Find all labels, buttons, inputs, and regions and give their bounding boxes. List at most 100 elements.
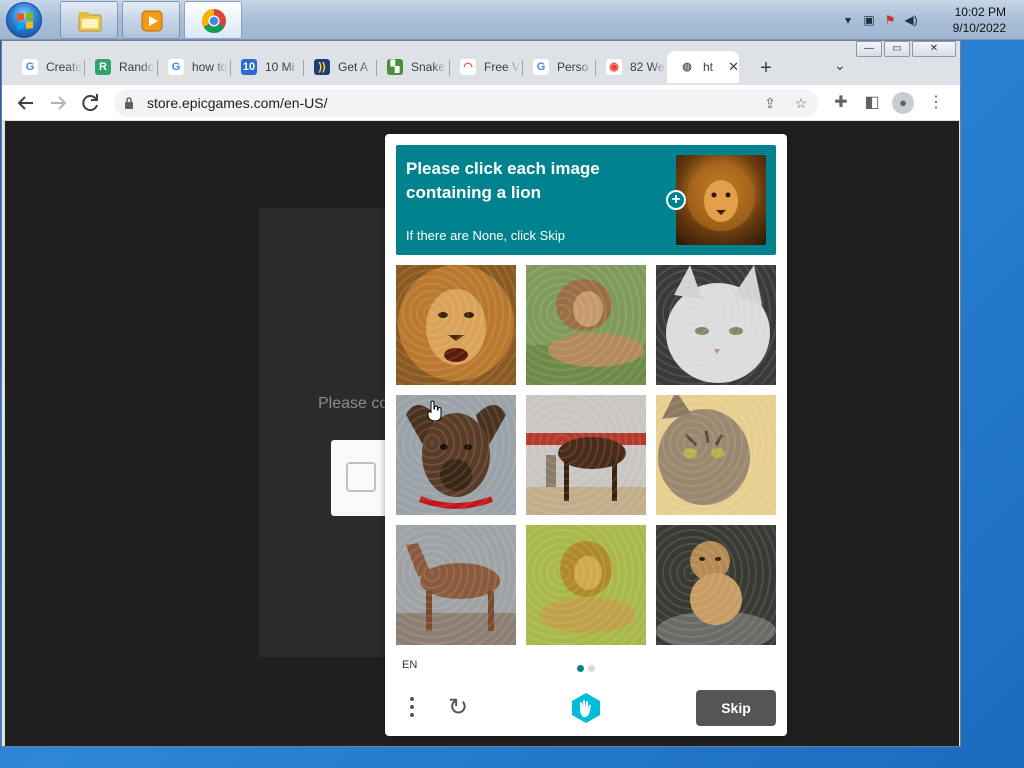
tray-arrow-icon[interactable]: ▾	[840, 12, 856, 28]
tab-title: Free V	[484, 60, 520, 74]
rainbow-icon: ◠	[460, 59, 476, 75]
tab-title: 10 Mi	[265, 60, 295, 74]
page-dot	[577, 665, 584, 672]
clock-time: 10:02 PM	[954, 5, 1006, 19]
taskbar-media-player[interactable]	[122, 1, 180, 39]
back-button[interactable]	[14, 91, 38, 115]
share-icon[interactable]: ⇪	[759, 92, 781, 114]
snake-icon: ▚	[387, 59, 403, 75]
forward-arrow-icon	[51, 96, 67, 110]
lion-lying-image	[526, 265, 646, 385]
taskbar: ▾ ▣ ⚑ ◀) 10:02 PM 9/10/2022	[0, 0, 1024, 40]
side-panel-icon[interactable]: ◧	[860, 91, 884, 115]
captcha-tile-9[interactable]	[656, 525, 776, 645]
reload-icon	[82, 94, 98, 112]
reference-expand-icon[interactable]: +	[666, 190, 686, 210]
horse-with-rider-image	[526, 395, 646, 515]
profile-avatar-icon[interactable]: ●	[892, 92, 914, 114]
captcha-tile-7[interactable]	[396, 525, 516, 645]
system-tray: ▾ ▣ ⚑ ◀) 10:02 PM 9/10/2022	[834, 0, 1024, 40]
dog-image	[396, 395, 516, 515]
10mi-icon: 10	[241, 59, 257, 75]
new-tab-button[interactable]: +	[755, 57, 777, 80]
chrome-icon	[201, 8, 226, 34]
media-player-icon	[141, 10, 163, 32]
tab-10[interactable]: ◍ ht ✕	[667, 51, 739, 83]
tab-search-chevron-icon[interactable]: ⌄	[834, 57, 846, 74]
captcha-tile-2[interactable]	[526, 265, 646, 385]
browser-menu-icon[interactable]: ⋮	[924, 91, 948, 115]
tab-title: how to	[192, 60, 228, 74]
tab-5[interactable]: )) Get A	[302, 51, 377, 83]
lion-reference-icon	[687, 163, 755, 231]
skip-button[interactable]: Skip	[696, 690, 776, 726]
tab-strip: G Create R Rando Ghow to 10 10 Mi)) Get A ▚ Snake…	[2, 49, 960, 85]
extensions-puzzle-icon[interactable]: ✚	[829, 91, 853, 115]
hcaptcha-logo-icon[interactable]	[570, 692, 602, 724]
network-icon[interactable]: ▣	[861, 12, 877, 28]
google-icon: G	[22, 59, 38, 75]
tab-1[interactable]: G Create	[10, 51, 85, 83]
page-dot	[588, 665, 595, 672]
captcha-refresh-icon[interactable]: ↻	[445, 695, 471, 721]
page-verify-text: Please co	[318, 395, 389, 412]
captcha-menu-icon[interactable]	[407, 695, 417, 721]
taskbar-clock[interactable]: 10:02 PM 9/10/2022	[926, 4, 1006, 36]
captcha-subtext: If there are None, click Skip	[406, 228, 565, 243]
bookmark-star-icon[interactable]: ☆	[790, 92, 812, 114]
tab-title: 82 We	[630, 60, 665, 74]
windows-logo-icon	[17, 12, 33, 30]
clock-date: 9/10/2022	[952, 21, 1006, 35]
captcha-reference-image[interactable]	[676, 155, 766, 245]
volume-icon[interactable]: ◀)	[903, 12, 919, 28]
tab-9[interactable]: ◉ 82 We	[594, 51, 669, 83]
browser-toolbar: store.epicgames.com/en-US/ ⇪ ☆ ✚ ◧ ● ⋮	[2, 85, 960, 121]
tab-8[interactable]: G Perso	[521, 51, 596, 83]
taskbar-chrome[interactable]	[184, 1, 242, 39]
captcha-tile-5[interactable]	[526, 395, 646, 515]
tab-title: Perso	[557, 60, 589, 74]
captcha-checkbox[interactable]	[346, 462, 376, 492]
tab-4[interactable]: 10 10 Mi	[229, 51, 304, 83]
captcha-tile-8[interactable]	[526, 525, 646, 645]
wifi-icon: ))	[314, 59, 330, 75]
challenge-page-dots	[577, 665, 595, 672]
address-bar[interactable]: store.epicgames.com/en-US/ ⇪ ☆	[114, 89, 818, 117]
lion-face-image	[396, 265, 516, 385]
tab-2[interactable]: R Rando	[83, 51, 158, 83]
hand-cursor-icon	[427, 400, 442, 422]
tab-title: ht	[703, 60, 714, 74]
tabby-cat-image	[656, 395, 776, 515]
horse-image	[396, 525, 516, 645]
google-icon: G	[168, 59, 184, 75]
tab-title: Get A	[338, 60, 369, 74]
language-selector[interactable]: EN	[402, 659, 417, 671]
r-icon: R	[95, 59, 111, 75]
forward-button[interactable]	[46, 91, 70, 115]
captcha-tile-6[interactable]	[656, 395, 776, 515]
lion-cub-image	[656, 525, 776, 645]
captcha-image-grid	[396, 265, 776, 645]
captcha-tile-1[interactable]	[396, 265, 516, 385]
captcha-header: Please click each image containing a lio…	[396, 145, 776, 255]
tab-close-icon[interactable]: ✕	[728, 59, 739, 75]
maps-pin-icon: ◉	[606, 59, 622, 75]
address-url: store.epicgames.com/en-US/	[147, 95, 328, 111]
captcha-tile-3[interactable]	[656, 265, 776, 385]
white-cat-image	[656, 265, 776, 385]
tab-6[interactable]: ▚ Snake	[375, 51, 450, 83]
start-button[interactable]	[6, 2, 42, 38]
tab-3[interactable]: Ghow to	[156, 51, 231, 83]
google-icon: G	[533, 59, 549, 75]
reload-button[interactable]	[78, 91, 102, 115]
globe-icon: ◍	[679, 59, 695, 75]
back-arrow-icon	[17, 96, 33, 110]
taskbar-explorer[interactable]	[60, 1, 118, 39]
lion-in-grass-image	[526, 525, 646, 645]
captcha-prompt: Please click each image containing a lio…	[406, 159, 600, 202]
captcha-tile-4[interactable]	[396, 395, 516, 515]
tab-title: Create	[46, 60, 82, 74]
action-center-icon[interactable]: ⚑	[882, 12, 898, 28]
tab-7[interactable]: ◠ Free V	[448, 51, 523, 83]
tab-title: Rando	[119, 60, 155, 74]
